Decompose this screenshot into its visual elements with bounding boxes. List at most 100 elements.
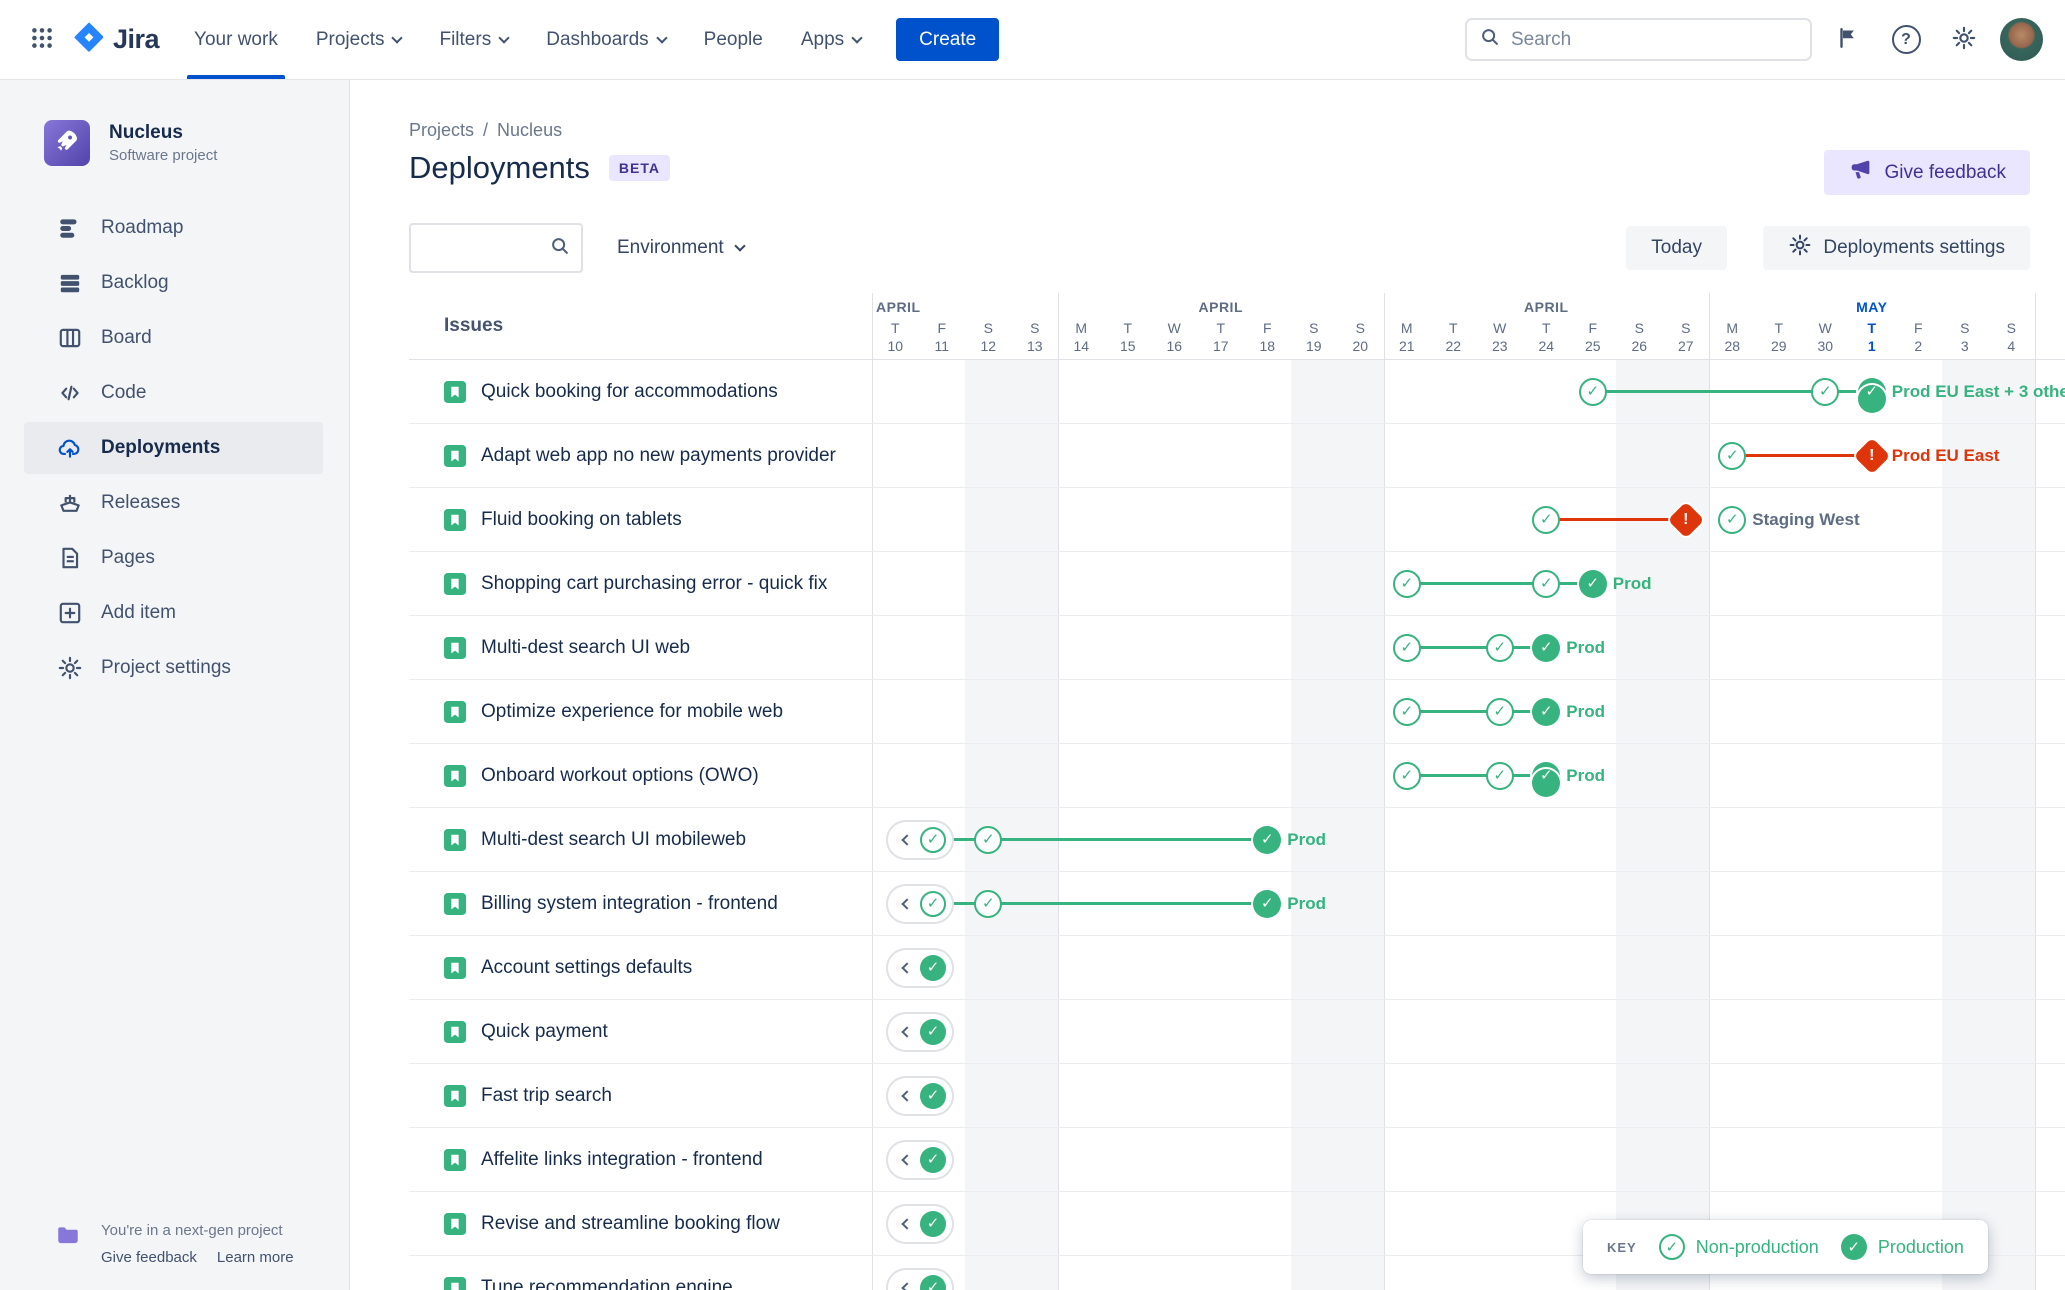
deployment-prod-check-icon[interactable]: ✓ [1253, 825, 1282, 854]
deployment-prod-check-icon[interactable]: ✓ [1253, 889, 1282, 918]
deployment-nonprod-check-icon[interactable]: ✓ [1485, 761, 1514, 790]
day-column-header: S 19 [1305, 320, 1322, 354]
sidebar-item-label: Code [101, 382, 147, 403]
deployment-nonprod-check-icon[interactable]: ✓ [1485, 697, 1514, 726]
issue-cell[interactable]: Quick booking for accommodations [409, 360, 872, 423]
give-feedback-button[interactable]: Give feedback [1823, 150, 2030, 195]
issue-cell[interactable]: Multi-dest search UI web [409, 616, 872, 679]
nav-item-filters[interactable]: Filters [420, 0, 527, 79]
sidebar-item-deployments[interactable]: Deployments [24, 422, 323, 474]
issue-cell[interactable]: Tune recommendation engine [409, 1256, 872, 1290]
deployment-track: ✓ [872, 936, 2065, 999]
flag-button[interactable] [1826, 18, 1870, 62]
deployment-prod-check-icon[interactable]: ✓ [920, 1274, 946, 1290]
breadcrumb-projects-link[interactable]: Projects [409, 120, 474, 141]
deployment-nonprod-check-icon[interactable]: ✓ [1532, 569, 1561, 598]
nav-item-projects[interactable]: Projects [297, 0, 421, 79]
issue-cell[interactable]: Optimize experience for mobile web [409, 680, 872, 743]
deployment-nonprod-check-icon[interactable]: ✓ [1392, 633, 1421, 662]
sidebar-item-pages[interactable]: Pages [24, 532, 323, 584]
timeline-row: Fast trip search ✓ [409, 1064, 2065, 1128]
app-switcher-button[interactable] [20, 18, 64, 62]
issue-cell[interactable]: Billing system integration - frontend [409, 872, 872, 935]
deployment-nonprod-check-icon[interactable]: ✓ [1578, 377, 1607, 406]
deployment-prod-check-icon[interactable]: ✓ [1857, 377, 1886, 413]
deployment-nonprod-check-icon[interactable]: ✓ [974, 889, 1003, 918]
issue-cell[interactable]: Multi-dest search UI mobileweb [409, 808, 872, 871]
issue-cell[interactable]: Adapt web app no new payments provider [409, 424, 872, 487]
earlier-deployments-pill[interactable]: ✓ [886, 1139, 954, 1180]
jira-logo-text: Jira [113, 24, 160, 54]
nav-item-your-work[interactable]: Your work [175, 0, 297, 79]
sidebar-item-project-settings[interactable]: Project settings [24, 642, 323, 694]
global-search-input[interactable] [1511, 28, 1798, 51]
deployment-nonprod-check-icon[interactable]: ✓ [1392, 697, 1421, 726]
deployment-nonprod-check-icon[interactable]: ✓ [1392, 569, 1421, 598]
sidebar-item-add-item[interactable]: Add item [24, 587, 323, 639]
deployment-prod-check-icon[interactable]: ✓ [920, 1018, 946, 1045]
timeline-search-input[interactable] [425, 237, 549, 259]
jira-logo[interactable]: Jira [74, 22, 160, 57]
deployment-prod-check-icon[interactable]: ✓ [1532, 761, 1561, 797]
chevron-left-icon [901, 1153, 913, 1166]
deployment-nonprod-check-icon[interactable]: ✓ [1532, 505, 1561, 534]
environment-filter-dropdown[interactable]: Environment [617, 223, 746, 273]
issue-cell[interactable]: Account settings defaults [409, 936, 872, 999]
sidebar-item-roadmap[interactable]: Roadmap [24, 202, 323, 254]
earlier-deployments-pill[interactable]: ✓ [886, 1075, 954, 1116]
earlier-deployments-pill[interactable]: ✓ [886, 947, 954, 988]
deployment-prod-check-icon[interactable]: ✓ [1578, 569, 1607, 598]
deployment-failed-icon[interactable]: ! [1667, 501, 1705, 538]
sidebar-item-code[interactable]: Code [24, 367, 323, 419]
issue-cell[interactable]: Fast trip search [409, 1064, 872, 1127]
issue-cell[interactable]: Revise and streamline booking flow [409, 1192, 872, 1255]
deployment-nonprod-check-icon[interactable]: ✓ [1718, 441, 1747, 470]
deployment-prod-check-icon[interactable]: ✓ [920, 1210, 946, 1237]
timeline-search[interactable] [409, 223, 583, 273]
earlier-deployments-pill[interactable]: ✓ [886, 1011, 954, 1052]
deployment-prod-check-icon[interactable]: ✓ [920, 1146, 946, 1173]
nav-item-apps[interactable]: Apps [782, 0, 880, 79]
issue-cell[interactable]: Quick payment [409, 1000, 872, 1063]
earlier-deployments-pill[interactable]: ✓ [886, 819, 954, 860]
issue-title: Fast trip search [481, 1084, 612, 1106]
deployment-prod-check-icon[interactable]: ✓ [1532, 633, 1561, 662]
earlier-deployments-pill[interactable]: ✓ [886, 883, 954, 924]
settings-button[interactable] [1942, 18, 1986, 62]
sidebar-item-backlog[interactable]: Backlog [24, 257, 323, 309]
sidebar-item-board[interactable]: Board [24, 312, 323, 364]
today-button[interactable]: Today [1626, 226, 1727, 270]
nav-item-people[interactable]: People [685, 0, 782, 79]
deployment-nonprod-check-icon[interactable]: ✓ [974, 825, 1003, 854]
deployment-track: ✓ ✓ ✓ Prod [872, 616, 2065, 679]
deployment-prod-check-icon[interactable]: ✓ [1532, 697, 1561, 726]
sidebar-give-feedback-link[interactable]: Give feedback [101, 1249, 197, 1266]
nav-item-label: Projects [315, 28, 385, 50]
issue-cell[interactable]: Affelite links integration - frontend [409, 1128, 872, 1191]
deployment-nonprod-check-icon[interactable]: ✓ [1718, 505, 1747, 534]
deployment-prod-check-icon[interactable]: ✓ [920, 954, 946, 981]
environment-label: Prod [1287, 829, 1326, 849]
help-button[interactable]: ? [1884, 18, 1928, 62]
breadcrumb-nucleus-link[interactable]: Nucleus [497, 120, 562, 141]
deployment-nonprod-check-icon[interactable]: ✓ [1485, 633, 1514, 662]
day-column-header: F 18 [1259, 320, 1276, 354]
global-search[interactable] [1465, 18, 1812, 61]
issue-cell[interactable]: Onboard workout options (OWO) [409, 744, 872, 807]
deployment-nonprod-check-icon[interactable]: ✓ [1811, 377, 1840, 406]
sidebar-item-releases[interactable]: Releases [24, 477, 323, 529]
create-button[interactable]: Create [896, 18, 1000, 61]
earlier-deployments-pill[interactable]: ✓ [886, 1203, 954, 1244]
nav-item-dashboards[interactable]: Dashboards [527, 0, 684, 79]
deployments-settings-button[interactable]: Deployments settings [1763, 226, 2030, 270]
sidebar-learn-more-link[interactable]: Learn more [217, 1249, 294, 1266]
deployment-nonprod-check-icon[interactable]: ✓ [1392, 761, 1421, 790]
deployment-failed-icon[interactable]: ! [1853, 437, 1891, 474]
user-avatar[interactable] [2000, 18, 2043, 61]
issue-cell[interactable]: Fluid booking on tablets [409, 488, 872, 551]
deployment-prod-check-icon[interactable]: ✓ [920, 1082, 946, 1109]
earlier-deployments-pill[interactable]: ✓ [886, 1267, 954, 1290]
issue-cell[interactable]: Shopping cart purchasing error - quick f… [409, 552, 872, 615]
deployment-nonprod-check-icon[interactable]: ✓ [920, 890, 946, 917]
deployment-nonprod-check-icon[interactable]: ✓ [920, 826, 946, 853]
